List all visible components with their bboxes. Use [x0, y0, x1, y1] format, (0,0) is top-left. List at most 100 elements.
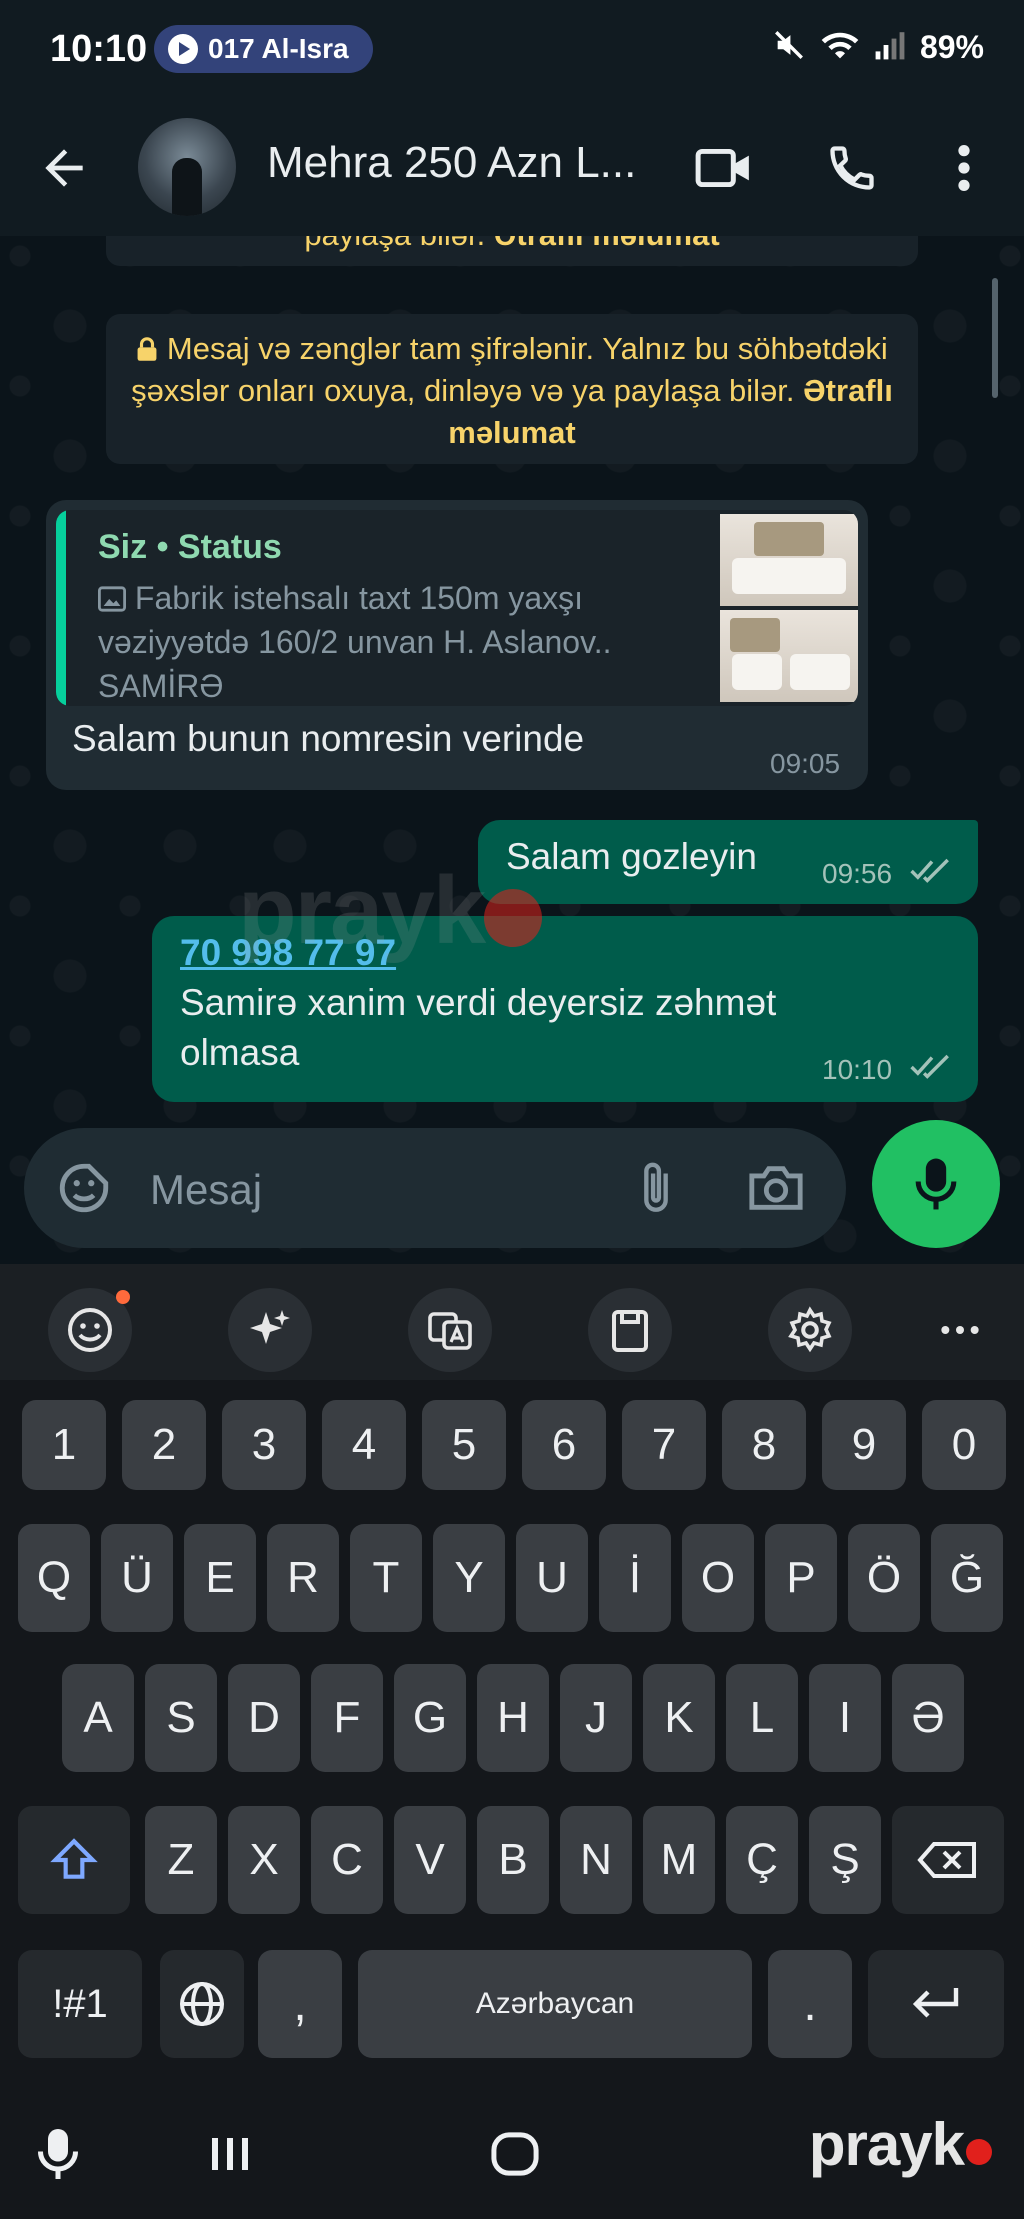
key-8[interactable]: 8	[722, 1400, 806, 1490]
key-b[interactable]: B	[477, 1806, 549, 1914]
video-call-button[interactable]	[690, 134, 758, 202]
enter-key[interactable]	[868, 1950, 1004, 2058]
keyboard-settings-button[interactable]	[768, 1288, 852, 1372]
more-toolbar-button[interactable]	[918, 1288, 1002, 1372]
home-button[interactable]	[480, 2124, 550, 2184]
key-o-umlaut[interactable]: Ö	[848, 1524, 920, 1632]
key-h[interactable]: H	[477, 1664, 549, 1772]
key-4[interactable]: 4	[322, 1400, 406, 1490]
language-key[interactable]	[160, 1950, 244, 2058]
quoted-status[interactable]: Siz • Status Fabrik istehsalı taxt 150m …	[56, 510, 858, 706]
key-5[interactable]: 5	[422, 1400, 506, 1490]
microphone-icon	[38, 2129, 78, 2179]
key-c[interactable]: C	[311, 1806, 383, 1914]
chat-header: Mehra 250 Azn L...	[0, 100, 1024, 236]
voice-record-button[interactable]	[872, 1120, 1000, 1248]
key-6[interactable]: 6	[522, 1400, 606, 1490]
key-s[interactable]: S	[145, 1664, 217, 1772]
key-z[interactable]: Z	[145, 1806, 217, 1914]
key-k[interactable]: K	[643, 1664, 715, 1772]
shift-key[interactable]	[18, 1806, 130, 1914]
key-g[interactable]: G	[394, 1664, 466, 1772]
key-i-dotless[interactable]: I	[809, 1664, 881, 1772]
media-title: 017 Al-Isra	[208, 33, 349, 64]
video-camera-icon	[695, 148, 749, 188]
key-g-breve[interactable]: Ğ	[931, 1524, 1003, 1632]
back-button[interactable]	[36, 140, 92, 196]
contact-avatar[interactable]	[138, 118, 236, 216]
partial-notice: paylaşa bilər. Ətraflı məlumat	[106, 236, 918, 266]
recent-apps-button[interactable]	[200, 2124, 260, 2184]
wifi-icon	[820, 28, 860, 67]
space-key[interactable]: Azərbaycan	[358, 1950, 752, 2058]
key-r[interactable]: R	[267, 1524, 339, 1632]
incoming-message[interactable]: Siz • Status Fabrik istehsalı taxt 150m …	[46, 500, 868, 790]
key-0[interactable]: 0	[922, 1400, 1006, 1490]
key-schwa[interactable]: Ə	[892, 1664, 964, 1772]
sticker-icon	[59, 1163, 109, 1213]
key-y[interactable]: Y	[433, 1524, 505, 1632]
symbols-key[interactable]: !#1	[18, 1950, 142, 2058]
key-p[interactable]: P	[765, 1524, 837, 1632]
media-playing-chip[interactable]: 017 Al-Isra	[154, 25, 373, 73]
ai-tools-button[interactable]	[228, 1288, 312, 1372]
key-q[interactable]: Q	[18, 1524, 90, 1632]
message-text: Salam bunun nomresin verinde	[72, 718, 585, 759]
key-d[interactable]: D	[228, 1664, 300, 1772]
key-u[interactable]: U	[516, 1524, 588, 1632]
message-text: Salam gozleyin	[506, 836, 757, 877]
outgoing-message[interactable]: Salam gozleyin 09:56	[478, 820, 978, 904]
chat-area[interactable]: paylaşa bilər. Ətraflı məlumat Mesaj və …	[0, 236, 1024, 1264]
battery-level: 89%	[919, 29, 984, 65]
attach-button[interactable]	[624, 1156, 688, 1220]
key-a[interactable]: A	[62, 1664, 134, 1772]
translate-button[interactable]	[408, 1288, 492, 1372]
more-vertical-icon	[958, 145, 970, 191]
key-7[interactable]: 7	[622, 1400, 706, 1490]
key-1[interactable]: 1	[22, 1400, 106, 1490]
key-m[interactable]: M	[643, 1806, 715, 1914]
home-icon	[491, 2132, 539, 2176]
key-v[interactable]: V	[394, 1806, 466, 1914]
shift-arrow-icon	[50, 1838, 98, 1879]
more-options-button[interactable]	[930, 134, 998, 202]
key-j[interactable]: J	[560, 1664, 632, 1772]
message-input[interactable]	[150, 1166, 630, 1214]
clipboard-button[interactable]	[588, 1288, 672, 1372]
key-9[interactable]: 9	[822, 1400, 906, 1490]
key-x[interactable]: X	[228, 1806, 300, 1914]
key-t[interactable]: T	[350, 1524, 422, 1632]
key-f[interactable]: F	[311, 1664, 383, 1772]
voice-call-button[interactable]	[818, 134, 886, 202]
message-time: 10:10	[822, 1054, 893, 1085]
notification-dot	[116, 1290, 130, 1304]
key-c-cedilla[interactable]: Ç	[726, 1806, 798, 1914]
clipboard-icon	[612, 1310, 648, 1352]
sticker-button[interactable]	[52, 1156, 116, 1220]
keyboard-toolbar	[0, 1264, 1024, 1380]
paperclip-icon	[644, 1162, 668, 1212]
key-e[interactable]: E	[184, 1524, 256, 1632]
mute-icon	[772, 28, 806, 67]
encryption-text: Mesaj və zənglər tam şifrələnir. Yalnız …	[131, 331, 888, 408]
backspace-key[interactable]	[892, 1806, 1004, 1914]
key-s-cedilla[interactable]: Ş	[809, 1806, 881, 1914]
contact-name[interactable]: Mehra 250 Azn L...	[267, 138, 636, 188]
key-n[interactable]: N	[560, 1806, 632, 1914]
message-time: 09:05	[770, 748, 841, 779]
key-u-umlaut[interactable]: Ü	[101, 1524, 173, 1632]
comma-key[interactable]: ,	[258, 1950, 342, 2058]
backspace-icon	[917, 1842, 976, 1878]
key-i-dotted[interactable]: İ	[599, 1524, 671, 1632]
key-2[interactable]: 2	[122, 1400, 206, 1490]
gear-icon	[788, 1306, 832, 1353]
camera-button[interactable]	[744, 1156, 808, 1220]
keyboard-voice-button[interactable]	[30, 2124, 86, 2184]
key-3[interactable]: 3	[222, 1400, 306, 1490]
chat-scrollbar[interactable]	[992, 278, 998, 398]
period-key[interactable]: .	[768, 1950, 852, 2058]
key-l[interactable]: L	[726, 1664, 798, 1772]
message-text: Samirə xanim verdi deyersiz zəhmət olmas…	[180, 982, 777, 1073]
key-o[interactable]: O	[682, 1524, 754, 1632]
encryption-notice[interactable]: Mesaj və zənglər tam şifrələnir. Yalnız …	[106, 314, 918, 464]
